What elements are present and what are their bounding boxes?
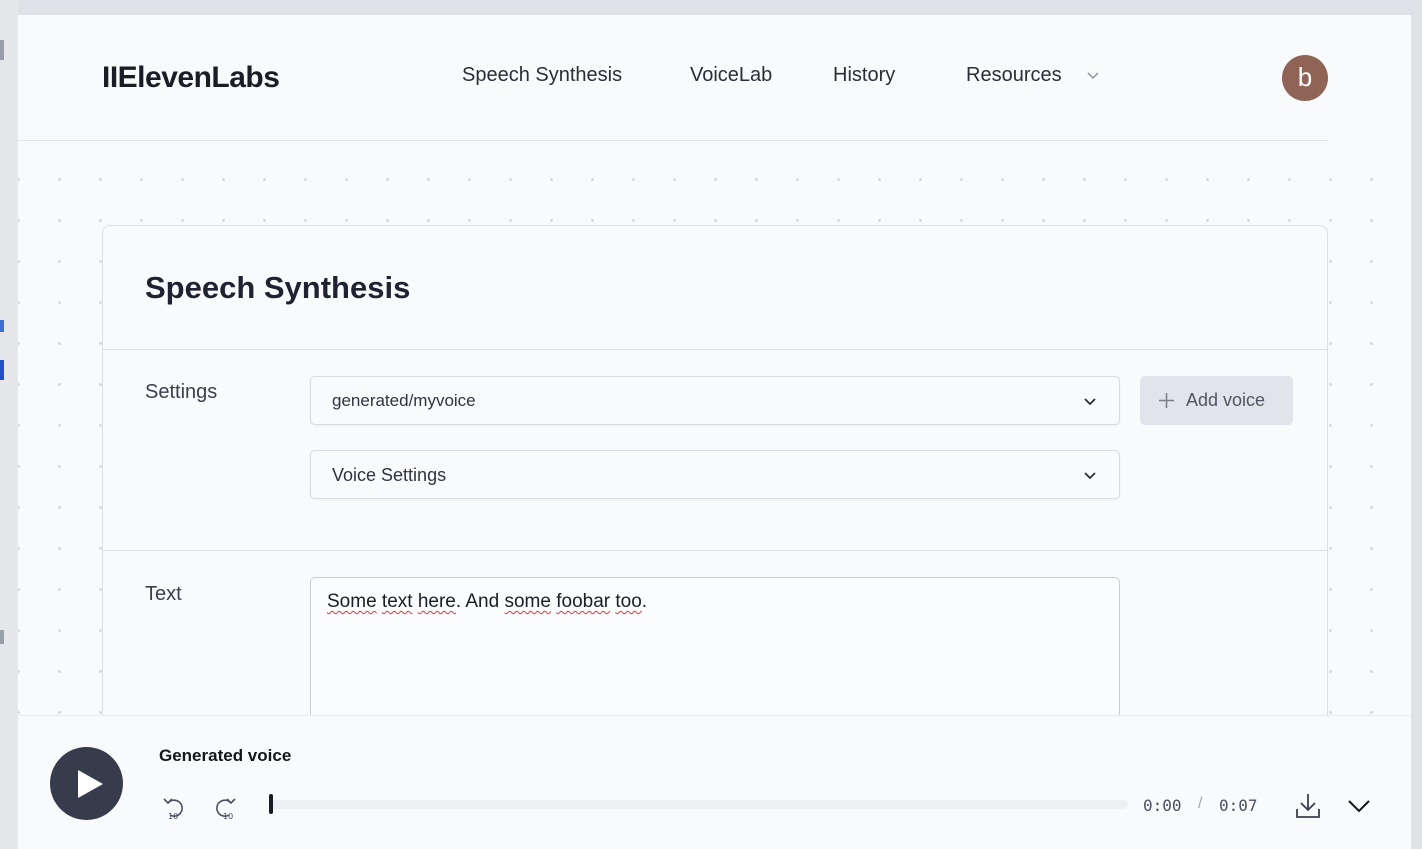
elevenlabs-logo[interactable]: IIElevenLabs <box>102 61 280 95</box>
title-divider <box>103 349 1327 350</box>
text-word: here <box>417 591 456 612</box>
current-time: 0:00 <box>1143 796 1182 815</box>
voice-settings-label: Voice Settings <box>332 465 447 485</box>
settings-label: Settings <box>145 381 218 403</box>
text-word: foobar <box>556 591 611 612</box>
top-nav-bar: IIElevenLabs Speech Synthesis VoiceLab H… <box>18 15 1411 141</box>
progress-handle[interactable] <box>269 794 273 814</box>
text-label: Text <box>145 583 182 605</box>
nav-voicelab[interactable]: VoiceLab <box>690 64 772 87</box>
play-button[interactable] <box>50 747 123 820</box>
progress-track[interactable] <box>270 800 1128 809</box>
text-word: too <box>615 591 642 612</box>
plus-icon <box>1159 393 1174 408</box>
voice-settings-dropdown[interactable]: Voice Settings <box>310 450 1120 499</box>
chevron-down-icon[interactable] <box>1344 791 1374 821</box>
download-icon[interactable] <box>1293 791 1323 821</box>
chevron-down-icon <box>1084 398 1096 406</box>
rewind-10-icon[interactable]: 10 <box>161 794 187 820</box>
user-avatar[interactable]: b <box>1282 55 1328 101</box>
player-title: Generated voice <box>159 746 292 765</box>
add-voice-label: Add voice <box>1186 390 1266 410</box>
settings-divider <box>103 550 1327 551</box>
play-icon <box>78 770 103 798</box>
nav-history[interactable]: History <box>833 64 895 87</box>
text-word: text <box>381 591 413 612</box>
add-voice-button[interactable]: Add voice <box>1140 376 1293 425</box>
text-word: some <box>504 591 551 612</box>
voice-select[interactable]: generated/myvoice <box>310 376 1120 425</box>
chevron-down-icon <box>1084 472 1096 480</box>
forward-10-icon[interactable]: 10 <box>212 794 238 820</box>
background-window-edge <box>0 0 18 849</box>
voice-select-value: generated/myvoice <box>332 391 476 410</box>
text-fragment: . <box>641 591 648 612</box>
nav-resources[interactable]: Resources <box>966 64 1062 87</box>
nav-speech-synthesis[interactable]: Speech Synthesis <box>462 64 622 87</box>
svg-text:10: 10 <box>168 812 178 820</box>
time-separator: / <box>1198 795 1203 812</box>
page-title: Speech Synthesis <box>145 270 411 305</box>
audio-player: Generated voice 10 10 0:00 / 0:07 <box>18 715 1411 849</box>
duration: 0:07 <box>1219 796 1258 815</box>
text-fragment: . And <box>455 591 505 612</box>
app-window: IIElevenLabs Speech Synthesis VoiceLab H… <box>18 15 1411 849</box>
header-divider <box>18 140 1328 141</box>
chevron-down-icon[interactable] <box>1087 69 1099 81</box>
svg-text:10: 10 <box>223 812 233 820</box>
text-word: Some <box>327 591 377 612</box>
